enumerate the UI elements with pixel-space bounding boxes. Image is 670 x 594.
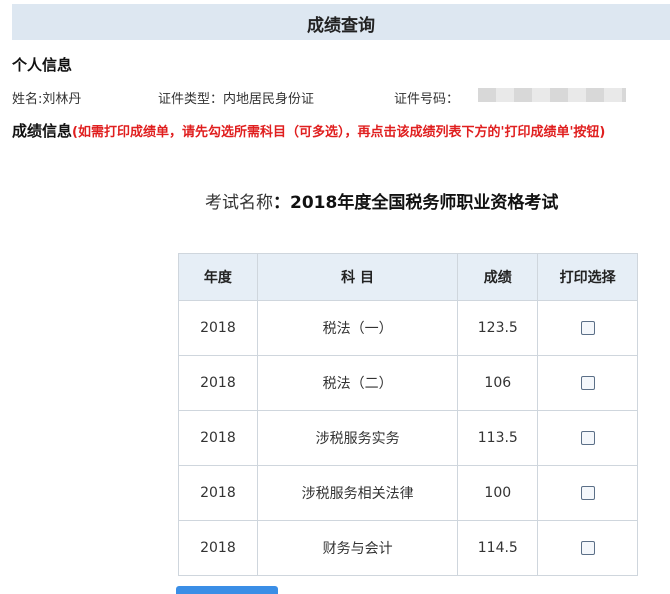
- cell-year: 2018: [178, 355, 258, 411]
- cell-year: 2018: [178, 465, 258, 521]
- cell-score: 100: [457, 465, 539, 521]
- print-checkbox[interactable]: [580, 431, 595, 445]
- table-row: 2018 税法（二） 106: [178, 355, 638, 411]
- print-checkbox[interactable]: [580, 376, 595, 390]
- cell-score: 123.5: [457, 300, 539, 356]
- exam-name: 2018年度全国税务师职业资格考试: [290, 193, 559, 213]
- cell-print: [537, 520, 638, 576]
- score-info-heading: 成绩信息(如需打印成绩单，请先勾选所需科目（可多选），再点击该成绩列表下方的'打…: [12, 120, 605, 141]
- cell-year: 2018: [178, 410, 258, 466]
- table-row: 2018 涉税服务相关法律 100: [178, 465, 638, 521]
- exam-colon: ：: [273, 193, 290, 213]
- score-table: 年度 科 目 成绩 打印选择 2018 税法（一） 123.5 2018 税法（…: [178, 253, 638, 576]
- id-type-text: 证件类型：内地居民身份证: [158, 92, 315, 107]
- print-report-button[interactable]: [176, 586, 278, 594]
- cell-print: [537, 465, 638, 521]
- cell-subject: 涉税服务实务: [256, 410, 459, 466]
- print-instruction-note: (如需打印成绩单，请先勾选所需科目（可多选），再点击该成绩列表下方的'打印成绩单…: [72, 125, 606, 140]
- header-score: 成绩: [457, 253, 539, 301]
- header-subject: 科 目: [256, 253, 459, 301]
- id-number-redacted: [478, 88, 626, 102]
- id-number-label: 证件号码：: [394, 92, 460, 107]
- table-header-row: 年度 科 目 成绩 打印选择: [178, 253, 638, 301]
- cell-print: [537, 300, 638, 356]
- cell-subject: 财务与会计: [256, 520, 459, 576]
- cell-subject: 税法（二）: [256, 355, 459, 411]
- cell-print: [537, 355, 638, 411]
- header-print-select: 打印选择: [537, 253, 638, 301]
- cell-score: 114.5: [457, 520, 539, 576]
- table-row: 2018 财务与会计 114.5: [178, 520, 638, 576]
- cell-year: 2018: [178, 300, 258, 356]
- cell-year: 2018: [178, 520, 258, 576]
- cell-subject: 税法（一）: [256, 300, 459, 356]
- cell-print: [537, 410, 638, 466]
- print-checkbox[interactable]: [580, 541, 595, 555]
- table-row: 2018 税法（一） 123.5: [178, 300, 638, 356]
- table-row: 2018 涉税服务实务 113.5: [178, 410, 638, 466]
- personal-info-heading: 个人信息: [12, 56, 73, 74]
- cell-subject: 涉税服务相关法律: [256, 465, 459, 521]
- name-text: 姓名:刘林丹: [12, 92, 82, 107]
- page-title: 成绩查询: [307, 16, 375, 36]
- personal-info-row: 姓名:刘林丹 证件类型：内地居民身份证 证件号码：: [12, 88, 662, 107]
- print-checkbox[interactable]: [580, 321, 595, 335]
- cell-score: 106: [457, 355, 539, 411]
- cell-score: 113.5: [457, 410, 539, 466]
- header-year: 年度: [178, 253, 258, 301]
- exam-title: 考试名称：2018年度全国税务师职业资格考试: [205, 188, 558, 213]
- exam-label: 考试名称: [205, 193, 273, 213]
- print-checkbox[interactable]: [580, 486, 595, 500]
- title-bar: 成绩查询: [12, 4, 670, 40]
- score-info-title: 成绩信息: [12, 122, 73, 140]
